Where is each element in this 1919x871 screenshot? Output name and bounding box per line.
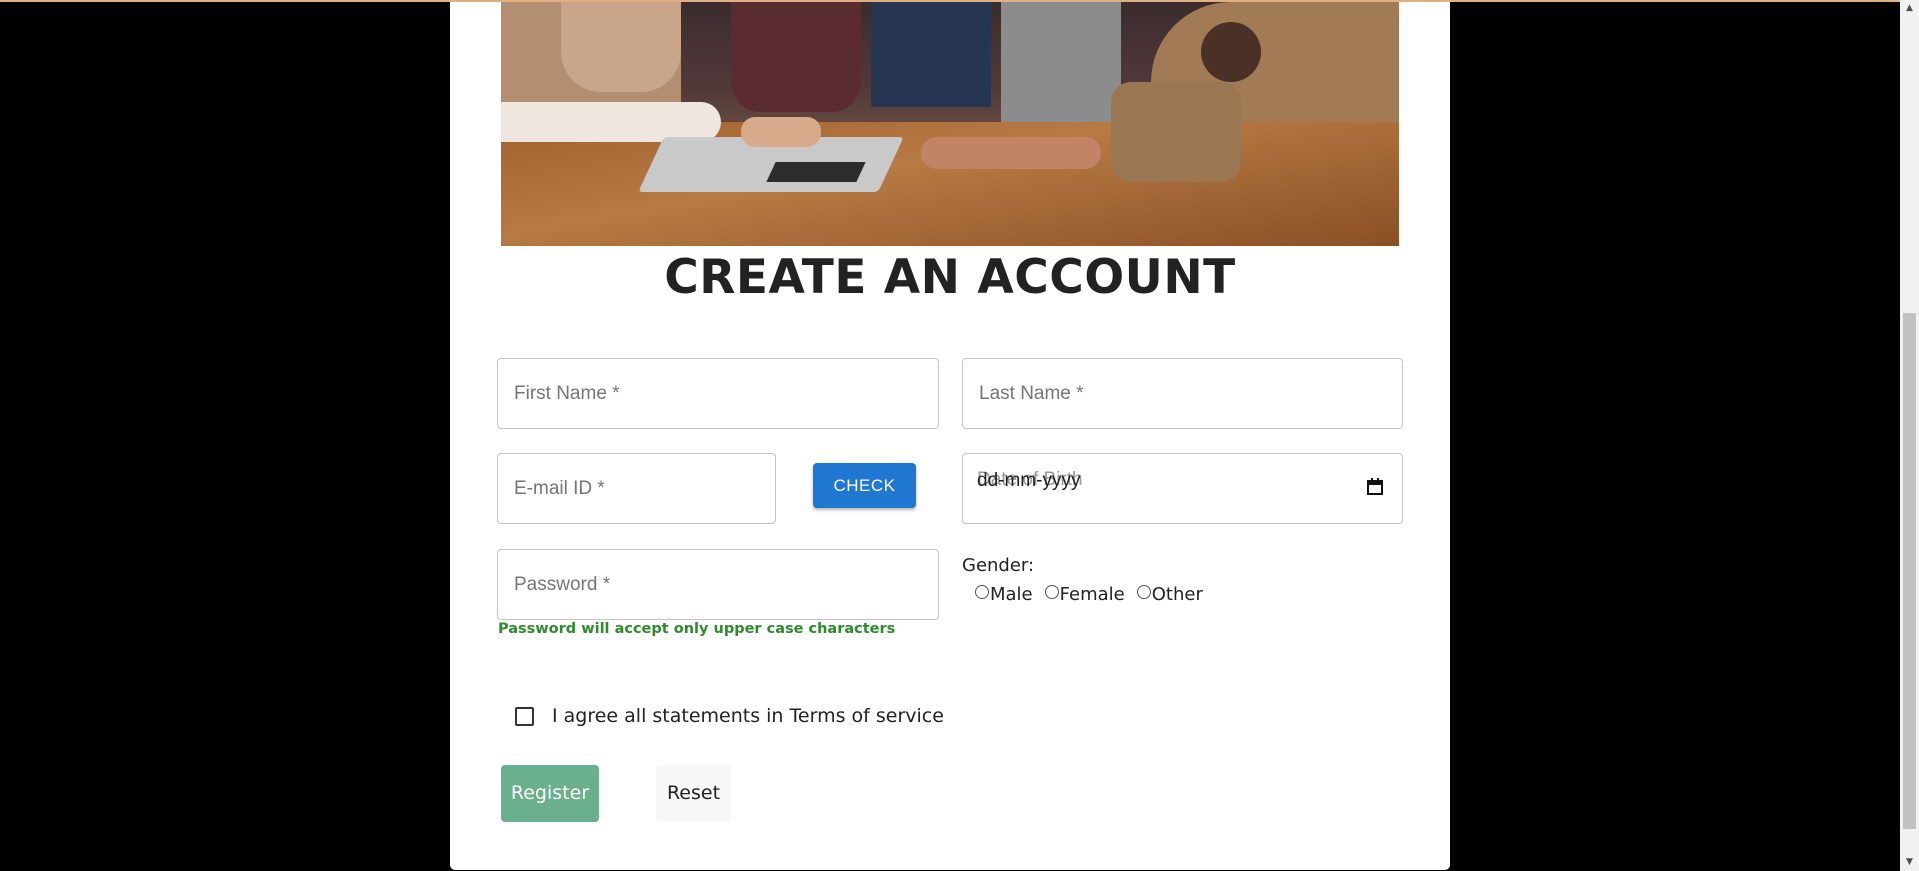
password-input[interactable] — [498, 550, 938, 619]
hero-image — [501, 2, 1399, 246]
last-name-field[interactable] — [962, 358, 1403, 429]
registration-card: CREATE AN ACCOUNT CHECK Date of Birth dd… — [450, 2, 1450, 870]
check-email-button[interactable]: CHECK — [813, 463, 916, 508]
password-hint: Password will accept only upper case cha… — [498, 621, 896, 637]
scroll-down-arrow-icon[interactable]: ▼ — [1900, 854, 1919, 871]
vertical-scrollbar[interactable]: ▲ ▼ — [1900, 0, 1919, 871]
page-title: CREATE AN ACCOUNT — [664, 250, 1236, 305]
gender-option-other[interactable]: Other — [1136, 584, 1203, 605]
reset-button[interactable]: Reset — [656, 765, 731, 822]
gender-option-label: Male — [990, 584, 1033, 605]
terms-checkbox[interactable] — [515, 707, 534, 726]
gender-option-female[interactable]: Female — [1044, 584, 1125, 605]
radio-female[interactable] — [1044, 584, 1059, 599]
radio-male[interactable] — [975, 584, 989, 599]
terms-label[interactable]: I agree all statements in Terms of servi… — [552, 705, 944, 727]
email-field[interactable] — [497, 453, 776, 524]
gender-option-label: Other — [1151, 584, 1203, 605]
first-name-input[interactable] — [498, 359, 938, 428]
password-field[interactable] — [497, 549, 939, 620]
email-input[interactable] — [498, 454, 775, 523]
calendar-icon[interactable] — [1367, 478, 1383, 495]
gender-radio-group: Male Female Other — [975, 584, 1215, 605]
register-button[interactable]: Register — [501, 765, 599, 822]
scroll-up-arrow-icon[interactable]: ▲ — [1900, 0, 1919, 17]
date-of-birth-value[interactable]: dd-mm-yyyy — [977, 470, 1080, 492]
last-name-input[interactable] — [963, 359, 1402, 428]
gender-option-label: Female — [1059, 584, 1125, 605]
gender-option-male[interactable]: Male — [975, 584, 1033, 605]
scroll-thumb[interactable] — [1903, 313, 1916, 829]
gender-label: Gender: — [962, 555, 1035, 576]
first-name-field[interactable] — [497, 358, 939, 429]
radio-other[interactable] — [1136, 584, 1151, 599]
date-of-birth-field[interactable]: Date of Birth dd-mm-yyyy — [962, 453, 1403, 524]
